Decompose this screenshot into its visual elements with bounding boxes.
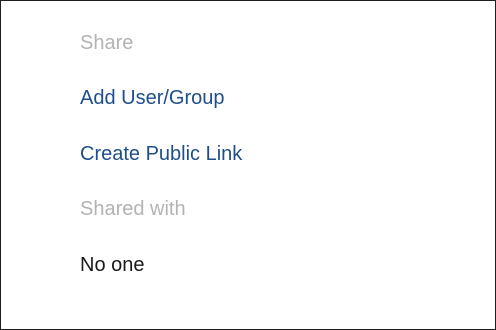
add-user-group-link[interactable]: Add User/Group: [80, 86, 225, 110]
shared-with-section-header: Shared with: [80, 198, 186, 220]
create-public-link-link[interactable]: Create Public Link: [80, 142, 242, 166]
shared-with-value: No one: [80, 254, 145, 276]
share-panel: Share Add User/Group Create Public Link …: [0, 0, 496, 330]
share-section-header: Share: [80, 32, 134, 54]
